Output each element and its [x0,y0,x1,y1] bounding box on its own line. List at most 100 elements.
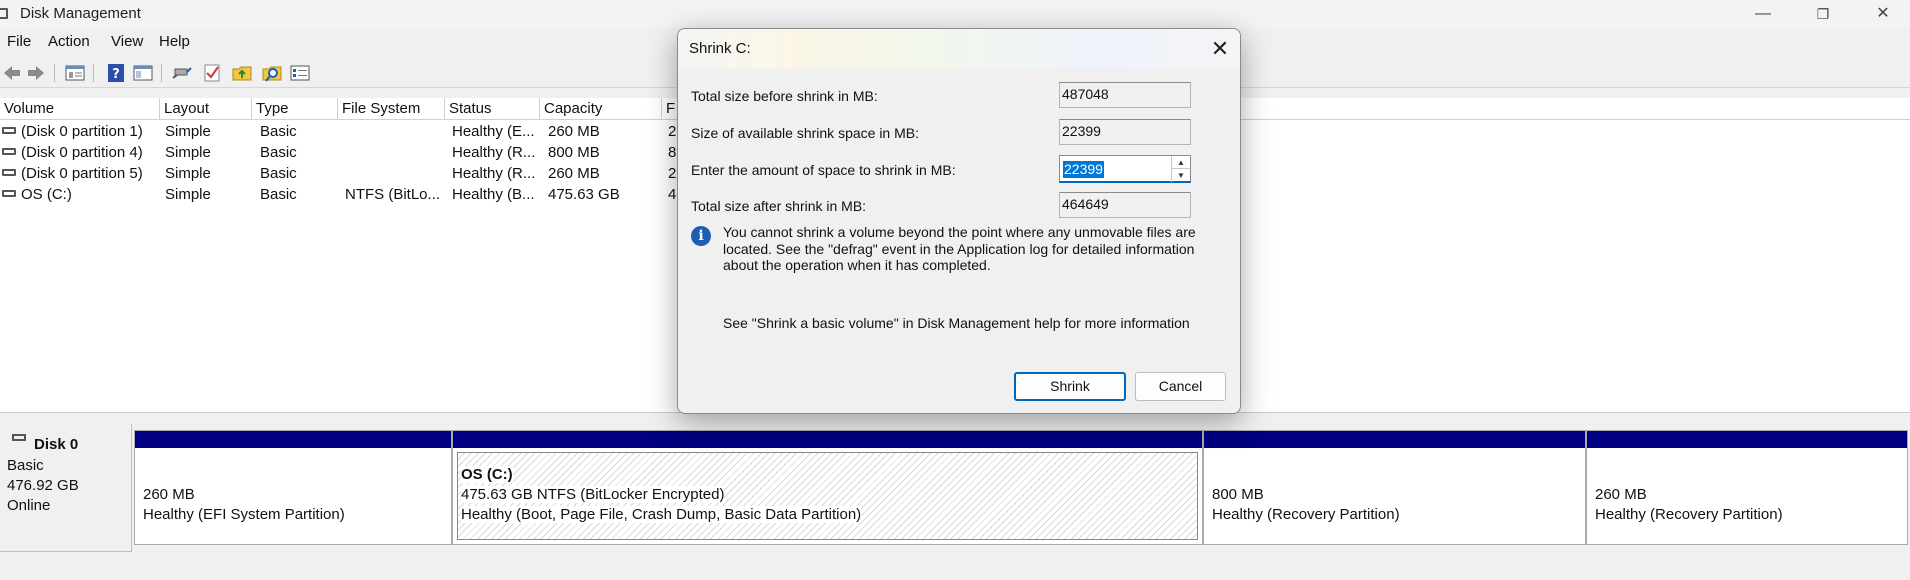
shrink-amount-label: Enter the amount of space to shrink in M… [691,162,956,178]
help-link-text: See "Shrink a basic volume" in Disk Mana… [723,315,1190,331]
disk-kind: Basic [7,457,44,474]
cell-type: Basic [260,186,297,203]
partition-os-c[interactable]: OS (C:) 475.63 GB NTFS (BitLocker Encryp… [452,430,1203,545]
volume-drive-icon [2,127,16,134]
menu-action[interactable]: Action [48,33,90,50]
partition-title: OS (C:) [461,466,513,483]
partition-size: 260 MB [143,486,195,503]
disk-graphical-view: Disk 0 Basic 476.92 GB Online 260 MB Hea… [0,422,1910,580]
partition-size: 475.63 GB NTFS (BitLocker Encrypted) [461,486,725,503]
partition-bar [453,431,1202,448]
toolbar-separator [93,64,94,82]
cell-free-space: 2 [668,123,677,140]
cell-volume: (Disk 0 partition 1) [21,123,143,140]
stepper-down-icon[interactable]: ▼ [1172,169,1190,182]
cell-layout: Simple [165,123,211,140]
partition-size: 800 MB [1212,486,1264,503]
partition-recovery[interactable]: 800 MB Healthy (Recovery Partition) [1203,430,1586,545]
cancel-button[interactable]: Cancel [1135,372,1226,401]
partition-bar [1204,431,1585,448]
disk-name: Disk 0 [34,436,79,453]
volume-drive-icon [2,148,16,155]
column-header-type[interactable]: Type [252,98,338,120]
column-header-status[interactable]: Status [445,98,540,120]
column-header-file-system[interactable]: File System [338,98,445,120]
column-header-capacity[interactable]: Capacity [540,98,662,120]
partition-bar [1587,431,1907,448]
dialog-close-button[interactable]: ✕ [1198,29,1240,69]
available-shrink-field: 22399 [1059,119,1191,145]
cell-capacity: 475.63 GB [548,186,620,203]
properties-list-icon[interactable] [65,63,85,83]
total-before-field: 487048 [1059,82,1191,108]
console-tree-icon[interactable] [133,63,153,83]
shrink-dialog: Shrink C: ✕ Total size before shrink in … [677,28,1241,414]
disk-label-panel[interactable]: Disk 0 Basic 476.92 GB Online [0,424,132,552]
shrink-button[interactable]: Shrink [1014,372,1126,401]
toolbar-separator [161,64,162,82]
disk-state: Online [7,497,51,514]
total-before-label: Total size before shrink in MB: [691,88,878,104]
menu-file[interactable]: File [7,33,31,50]
cell-status: Healthy (E... [452,123,535,140]
total-after-label: Total size after shrink in MB: [691,198,867,214]
volume-drive-icon [2,169,16,176]
partition-status: Healthy (Recovery Partition) [1595,506,1783,523]
cell-status: Healthy (R... [452,165,536,182]
cell-layout: Simple [165,144,211,161]
cell-layout: Simple [165,165,211,182]
stepper-buttons: ▲ ▼ [1171,156,1190,182]
title-bar: Disk Management — ❐ ✕ [0,0,1910,28]
partition-bar [135,431,451,448]
cell-free-space: 8 [668,144,677,161]
close-window-button[interactable]: ✕ [1860,0,1906,28]
dialog-title-bar: Shrink C: ✕ [678,29,1240,69]
svg-text:?: ? [112,67,120,82]
info-icon: i [691,226,711,246]
cell-free-space: 2 [668,165,677,182]
folder-up-icon[interactable] [232,63,252,83]
disk-drive-icon [12,434,26,441]
stepper-up-icon[interactable]: ▲ [1172,156,1190,169]
cell-capacity: 260 MB [548,123,600,140]
partition-status: Healthy (Boot, Page File, Crash Dump, Ba… [461,506,862,523]
restore-button[interactable]: ❐ [1800,0,1846,28]
column-header-volume[interactable]: Volume [0,98,160,120]
partition-recovery[interactable]: 260 MB Healthy (Recovery Partition) [1586,430,1908,545]
volume-drive-icon [2,190,16,197]
menu-help[interactable]: Help [159,33,190,50]
partition-status: Healthy (Recovery Partition) [1212,506,1400,523]
cell-capacity: 260 MB [548,165,600,182]
search-folder-icon[interactable] [262,63,282,83]
check-icon[interactable] [202,63,222,83]
total-after-field: 464649 [1059,192,1191,218]
dialog-title: Shrink C: [689,40,751,57]
shrink-amount-stepper[interactable]: 22399 ▲ ▼ [1059,155,1191,183]
column-header-layout[interactable]: Layout [160,98,252,120]
minimize-button[interactable]: — [1740,0,1786,28]
toolbar-separator [54,64,55,82]
forward-arrow-icon[interactable] [26,63,46,83]
menu-view[interactable]: View [111,33,143,50]
shrink-amount-input[interactable]: 22399 [1063,161,1104,178]
disk-management-app-icon [0,8,8,19]
cell-status: Healthy (B... [452,186,535,203]
partition-size: 260 MB [1595,486,1647,503]
cell-type: Basic [260,144,297,161]
cell-capacity: 800 MB [548,144,600,161]
partition-status: Healthy (EFI System Partition) [143,506,345,523]
connect-icon[interactable] [172,63,192,83]
cell-status: Healthy (R... [452,144,536,161]
cell-type: Basic [260,165,297,182]
cell-type: Basic [260,123,297,140]
available-shrink-label: Size of available shrink space in MB: [691,125,919,141]
partition-efi[interactable]: 260 MB Healthy (EFI System Partition) [134,430,452,545]
settings-list-icon[interactable] [290,63,310,83]
help-icon[interactable]: ? [106,63,126,83]
cell-layout: Simple [165,186,211,203]
back-arrow-icon[interactable] [2,63,22,83]
cell-file-system: NTFS (BitLo... [345,186,441,203]
cell-volume: OS (C:) [21,186,72,203]
disk-size: 476.92 GB [7,477,79,494]
window-title: Disk Management [20,5,141,22]
